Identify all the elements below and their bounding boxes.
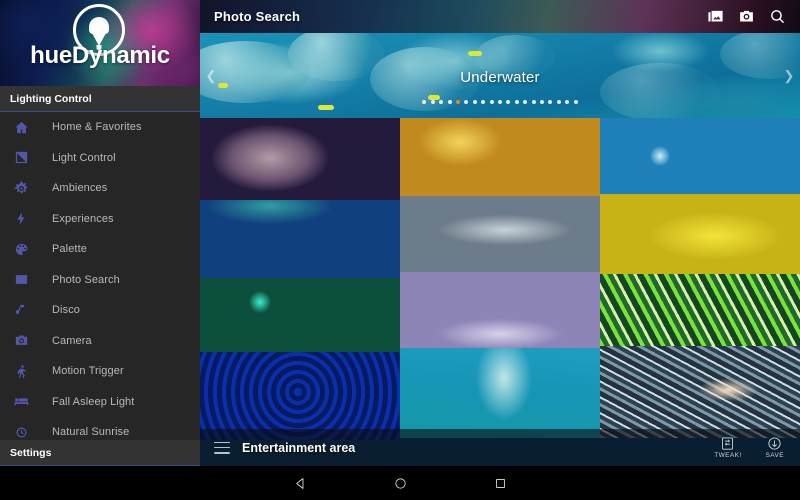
app-bar: Photo Search [200,0,800,33]
photo-grid-column [200,118,400,466]
carousel-dot[interactable] [422,100,427,104]
photo-grid-column [600,118,800,466]
photo-tile[interactable] [400,118,600,196]
sidebar-item-photo-search[interactable]: Photo Search [0,265,200,296]
carousel-dot[interactable] [548,100,553,104]
drawer-menu-list: Home & Favorites Light Control Ambiences… [0,112,200,448]
photo-tile[interactable] [200,278,400,352]
music-note-icon [14,300,40,320]
sidebar-item-fall-asleep-light[interactable]: Fall Asleep Light [0,387,200,418]
walking-person-icon [14,361,40,381]
drawer-section-lighting-control: Lighting Control [0,86,200,112]
photo-grid-column [400,118,600,466]
list-menu-icon[interactable] [214,441,230,454]
drawer-section-settings: Settings [0,440,200,466]
camera-icon[interactable] [738,8,755,25]
sidebar-item-label: Palette [52,243,87,256]
photo-tile[interactable] [400,196,600,272]
sidebar-item-label: Camera [52,334,92,347]
sidebar-item-label: Photo Search [52,273,120,286]
carousel-dot[interactable] [447,100,452,104]
sidebar-item-palette[interactable]: Palette [0,234,200,265]
app-brand-wordmark: hueDynamic [30,42,170,69]
carousel-dot[interactable] [523,100,528,104]
app-root: hueDynamic Lighting Control Home & Favor… [0,0,800,500]
photo-tile[interactable] [600,194,800,274]
sidebar-item-label: Natural Sunrise [52,426,130,439]
entertainment-area-label: Entertainment area [242,440,356,455]
app-bar-actions [707,8,800,25]
carousel-dot[interactable] [565,100,570,104]
gallery-icon[interactable] [707,8,724,25]
save-button[interactable]: SAVE [766,436,784,459]
carousel-dot[interactable] [472,100,477,104]
carousel-dot[interactable] [430,100,435,104]
photo-tile[interactable] [200,352,400,440]
photo-tile[interactable] [600,274,800,346]
hero-art [318,105,334,110]
carousel-pagination-dots[interactable] [200,100,800,104]
sidebar-item-experiences[interactable]: Experiences [0,204,200,235]
navigation-drawer: hueDynamic Lighting Control Home & Favor… [0,0,200,466]
sidebar-item-motion-trigger[interactable]: Motion Trigger [0,356,200,387]
photo-tile[interactable] [200,118,400,200]
search-icon[interactable] [769,8,786,25]
photo-grid [200,118,800,466]
sidebar-item-camera[interactable]: Camera [0,326,200,357]
carousel-dot[interactable] [498,100,502,104]
bed-icon [14,392,40,412]
carousel-dot[interactable] [464,100,469,104]
recents-icon[interactable] [450,476,550,491]
carousel-dot[interactable] [531,100,536,104]
carousel-dot[interactable] [556,100,561,104]
sidebar-item-label: Home & Favorites [52,121,142,134]
hero-title: Underwater [460,69,540,86]
photo-tile[interactable] [400,348,600,438]
carousel-dot[interactable] [439,100,444,104]
sidebar-item-label: Ambiences [52,182,108,195]
carousel-dot[interactable] [481,100,486,104]
sidebar-item-label: Experiences [52,212,114,225]
bolt-icon [14,209,40,229]
save-download-icon [768,437,781,450]
palette-icon [14,239,40,259]
sidebar-item-disco[interactable]: Disco [0,295,200,326]
photo-tile[interactable] [600,346,800,438]
carousel-dot[interactable] [573,100,578,104]
photo-tile[interactable] [400,272,600,348]
back-icon[interactable] [250,476,350,491]
photo-tile[interactable] [600,118,800,194]
android-navigation-bar [0,466,800,500]
carousel-dot[interactable] [489,100,494,104]
gear-icon [14,178,40,198]
carousel-dot[interactable] [456,100,461,104]
tweak-button-label: TWEAK! [714,452,742,459]
bottom-action-bar: Entertainment area TWEAK! SAVE [200,429,800,466]
photo-icon [14,270,40,290]
carousel-dot[interactable] [514,100,519,104]
save-button-label: SAVE [765,452,784,459]
tweak-button[interactable]: TWEAK! [714,436,741,459]
sidebar-item-label: Disco [52,304,81,317]
page-title: Photo Search [214,9,301,24]
hero-art [468,51,482,56]
sidebar-item-label: Motion Trigger [52,365,124,378]
carousel-dot[interactable] [539,100,544,104]
camera-icon [14,331,40,351]
home-icon[interactable] [350,476,450,491]
carousel-dot[interactable] [506,100,511,104]
sidebar-item-label: Fall Asleep Light [52,395,135,408]
sidebar-item-light-control[interactable]: Light Control [0,143,200,174]
photo-tile[interactable] [200,200,400,278]
bottom-bar-actions: TWEAK! SAVE [714,436,800,459]
tweak-slider-icon [722,437,734,450]
brightness-icon [14,148,40,168]
sidebar-item-home-favorites[interactable]: Home & Favorites [0,112,200,143]
main-content: Photo Search ❮ ❯ Underwater Entertainmen… [200,0,800,466]
sidebar-item-label: Light Control [52,151,116,164]
hero-carousel[interactable]: ❮ ❯ Underwater [200,33,800,118]
home-icon [14,117,40,137]
drawer-header: hueDynamic [0,0,200,86]
sidebar-item-ambiences[interactable]: Ambiences [0,173,200,204]
